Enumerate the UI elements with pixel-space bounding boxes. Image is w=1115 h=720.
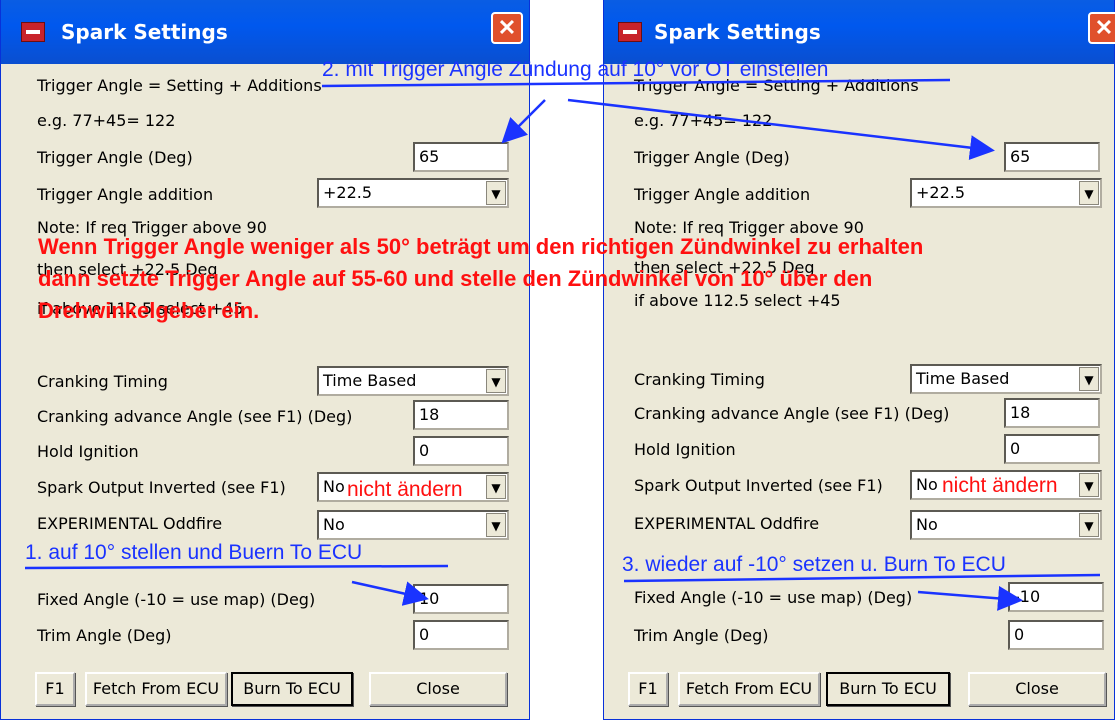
cranking-timing-label: Cranking Timing — [37, 372, 168, 391]
cranking-advance-label: Cranking advance Angle (see F1) (Deg) — [37, 407, 353, 426]
spark-output-value: No — [916, 475, 938, 494]
fixed-angle-field[interactable]: -10 — [1008, 582, 1104, 612]
annotation-nicht-aendern-right: nicht ändern — [942, 474, 1058, 497]
annotation-nicht-aendern-left: nicht ändern — [347, 478, 463, 501]
f1-button[interactable]: F1 — [628, 672, 668, 706]
app-icon — [618, 22, 642, 42]
trigger-addition-value: +22.5 — [323, 183, 373, 202]
trim-angle-field[interactable]: 0 — [413, 620, 509, 650]
cranking-timing-value: Time Based — [916, 369, 1010, 388]
spark-output-label: Spark Output Inverted (see F1) — [634, 476, 883, 495]
burn-to-ecu-button[interactable]: Burn To ECU — [826, 672, 950, 706]
spark-settings-window-right: Spark Settings ✕ Trigger Angle = Setting… — [603, 0, 1115, 720]
trigger-addition-label: Trigger Angle addition — [37, 185, 214, 204]
fetch-from-ecu-button[interactable]: Fetch From ECU — [85, 672, 227, 706]
hold-ignition-field[interactable]: 0 — [1004, 434, 1100, 464]
trim-angle-label: Trim Angle (Deg) — [634, 626, 769, 645]
trigger-addition-value: +22.5 — [916, 183, 966, 202]
window-title: Spark Settings — [61, 20, 228, 44]
cranking-timing-value: Time Based — [323, 371, 417, 390]
oddfire-value: No — [916, 515, 938, 534]
close-button[interactable]: Close — [968, 672, 1106, 706]
chevron-down-icon[interactable]: ▼ — [486, 369, 506, 393]
spark-output-value: No — [323, 477, 345, 496]
chevron-down-icon[interactable]: ▼ — [486, 475, 506, 499]
oddfire-select[interactable]: No ▼ — [910, 510, 1102, 540]
trigger-angle-label: Trigger Angle (Deg) — [37, 148, 193, 167]
cranking-timing-label: Cranking Timing — [634, 370, 765, 389]
annotation-step-3: 3. wieder auf -10° setzen u. Burn To ECU — [622, 553, 1006, 576]
hold-ignition-label: Hold Ignition — [634, 440, 736, 459]
close-button[interactable]: Close — [369, 672, 507, 706]
trigger-angle-field[interactable]: 65 — [413, 142, 509, 172]
fetch-from-ecu-button[interactable]: Fetch From ECU — [678, 672, 820, 706]
window-title: Spark Settings — [654, 20, 821, 44]
close-icon[interactable]: ✕ — [491, 12, 523, 44]
example-label: e.g. 77+45= 122 — [634, 111, 773, 130]
oddfire-select[interactable]: No ▼ — [317, 510, 509, 540]
trim-angle-label: Trim Angle (Deg) — [37, 626, 172, 645]
trim-angle-field[interactable]: 0 — [1008, 620, 1104, 650]
hold-ignition-label: Hold Ignition — [37, 442, 139, 461]
trigger-addition-label: Trigger Angle addition — [634, 185, 811, 204]
spark-output-label: Spark Output Inverted (see F1) — [37, 478, 286, 497]
annotation-step-2: 2. mit Trigger Angle Zündung auf 10° vor… — [322, 58, 829, 81]
app-icon — [21, 22, 45, 42]
trigger-angle-field[interactable]: 65 — [1004, 142, 1100, 172]
chevron-down-icon[interactable]: ▼ — [1079, 367, 1099, 391]
cranking-advance-field[interactable]: 18 — [413, 400, 509, 430]
oddfire-label: EXPERIMENTAL Oddfire — [37, 514, 223, 533]
close-icon[interactable]: ✕ — [1088, 12, 1115, 44]
chevron-down-icon[interactable]: ▼ — [1079, 181, 1099, 205]
fixed-angle-label: Fixed Angle (-10 = use map) (Deg) — [634, 588, 913, 607]
cranking-timing-select[interactable]: Time Based ▼ — [910, 364, 1102, 394]
trigger-angle-label: Trigger Angle (Deg) — [634, 148, 790, 167]
annotation-red-line-3: Drehwinkelgeber ein. — [38, 298, 260, 323]
fixed-angle-label: Fixed Angle (-10 = use map) (Deg) — [37, 590, 316, 609]
cranking-timing-select[interactable]: Time Based ▼ — [317, 366, 509, 396]
title-bar[interactable]: Spark Settings ✕ — [1, 0, 529, 64]
cranking-advance-label: Cranking advance Angle (see F1) (Deg) — [634, 404, 950, 423]
annotation-red-line-1: Wenn Trigger Angle weniger als 50° beträ… — [38, 234, 924, 259]
oddfire-value: No — [323, 515, 345, 534]
trigger-addition-select[interactable]: +22.5 ▼ — [317, 178, 509, 208]
cranking-advance-field[interactable]: 18 — [1004, 398, 1100, 428]
annotation-red-line-2: dann setzte Trigger Angle auf 55-60 und … — [38, 266, 873, 291]
burn-to-ecu-button[interactable]: Burn To ECU — [231, 672, 353, 706]
hold-ignition-field[interactable]: 0 — [413, 436, 509, 466]
f1-button[interactable]: F1 — [35, 672, 75, 706]
note-line-3: if above 112.5 select +45 — [634, 291, 841, 310]
trigger-addition-select[interactable]: +22.5 ▼ — [910, 178, 1102, 208]
fixed-angle-field[interactable]: 10 — [413, 584, 509, 614]
chevron-down-icon[interactable]: ▼ — [486, 181, 506, 205]
dialog-body: Trigger Angle = Setting + Additions e.g.… — [1, 64, 529, 719]
formula-label: Trigger Angle = Setting + Additions — [37, 76, 322, 95]
chevron-down-icon[interactable]: ▼ — [486, 513, 506, 537]
example-label: e.g. 77+45= 122 — [37, 111, 176, 130]
chevron-down-icon[interactable]: ▼ — [1079, 513, 1099, 537]
title-bar[interactable]: Spark Settings ✕ — [604, 0, 1115, 64]
annotation-step-1: 1. auf 10° stellen und Buern To ECU — [25, 541, 363, 564]
dialog-body: Trigger Angle = Setting + Additions e.g.… — [604, 64, 1114, 719]
spark-settings-window-left: Spark Settings ✕ Trigger Angle = Setting… — [0, 0, 530, 720]
chevron-down-icon[interactable]: ▼ — [1079, 473, 1099, 497]
oddfire-label: EXPERIMENTAL Oddfire — [634, 514, 820, 533]
